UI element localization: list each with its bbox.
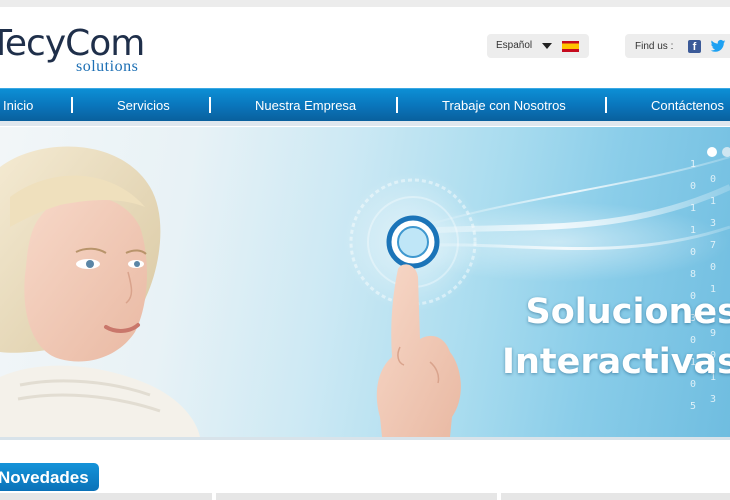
nav-item-trabaje-con-nosotros[interactable]: Trabaje con Nosotros (442, 98, 566, 113)
nav-separator (605, 97, 607, 113)
hero-title-line1: Soluciones (525, 292, 730, 332)
chevron-down-icon (542, 43, 552, 49)
hero-title: Soluciones Interactivas (502, 287, 730, 387)
news-label: Novedades (0, 468, 89, 487)
main-nav: Inicio Servicios Nuestra Empresa Trabaje… (0, 88, 730, 121)
nav-item-servicios[interactable]: Servicios (117, 98, 170, 113)
svg-text:0: 0 (710, 262, 716, 273)
twitter-icon[interactable] (710, 38, 726, 54)
svg-text:3: 3 (710, 394, 716, 405)
content-columns-top (0, 493, 730, 500)
top-strip (0, 0, 730, 7)
slider-dot[interactable] (722, 147, 730, 157)
column-gap (212, 493, 216, 500)
facebook-icon[interactable]: f (688, 40, 701, 53)
hero-bottom-border (0, 437, 730, 440)
news-section-tab[interactable]: Novedades (0, 463, 99, 491)
svg-text:1: 1 (690, 225, 696, 236)
slider-dot-active[interactable] (707, 147, 717, 157)
nav-item-nuestra-empresa[interactable]: Nuestra Empresa (255, 98, 356, 113)
spain-flag-icon (562, 41, 579, 52)
hero-slider: 101 108 030 105 013 701 290 13 Solucione… (0, 127, 730, 437)
svg-text:5: 5 (690, 401, 696, 412)
hero-title-line2: Interactivas (501, 342, 730, 382)
svg-text:1: 1 (710, 196, 716, 207)
logo-tagline: solutions (76, 58, 139, 75)
hero-illustration: 101 108 030 105 013 701 290 13 (0, 146, 730, 437)
svg-text:7: 7 (710, 240, 716, 251)
language-label: Español (496, 40, 533, 51)
nav-item-inicio[interactable]: Inicio (3, 98, 33, 113)
svg-text:1: 1 (690, 159, 696, 170)
logo[interactable]: TecyCom solutions (0, 23, 145, 76)
svg-text:0: 0 (690, 181, 696, 192)
svg-text:3: 3 (710, 218, 716, 229)
language-selector[interactable]: Español (487, 34, 589, 58)
nav-separator (71, 97, 73, 113)
svg-text:1: 1 (690, 203, 696, 214)
logo-wordmark: TecyCom (0, 23, 145, 64)
social-links: Find us : f (625, 34, 730, 58)
find-us-label: Find us : (635, 41, 674, 52)
svg-text:0: 0 (690, 247, 696, 258)
nav-separator (396, 97, 398, 113)
column-gap (497, 493, 501, 500)
nav-underline (0, 121, 730, 126)
nav-item-contactenos[interactable]: Contáctenos (651, 98, 724, 113)
nav-separator (209, 97, 211, 113)
svg-text:8: 8 (690, 269, 696, 280)
svg-text:0: 0 (710, 174, 716, 185)
